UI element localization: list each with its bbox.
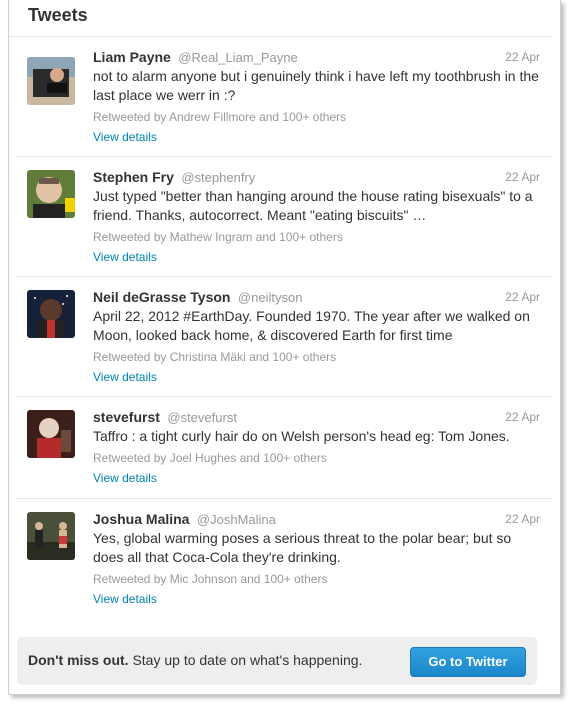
- tweet-item[interactable]: stevefurst @stevefurst 22 Apr Taffro : a…: [16, 397, 552, 499]
- tweet-time[interactable]: 22 Apr: [505, 510, 540, 529]
- tweet-fullname[interactable]: Stephen Fry: [93, 169, 174, 185]
- retweet-info: Retweeted by Mic Johnson and 100+ others: [93, 572, 328, 586]
- view-details-link[interactable]: View details: [93, 470, 540, 486]
- tweet-time[interactable]: 22 Apr: [505, 168, 540, 187]
- avatar[interactable]: [27, 290, 75, 338]
- tweet-username[interactable]: @Real_Liam_Payne: [178, 50, 297, 65]
- avatar[interactable]: [27, 57, 75, 105]
- banner-text: Don't miss out. Stay up to date on what'…: [28, 652, 362, 668]
- view-details-link[interactable]: View details: [93, 249, 540, 265]
- tweet-text: Yes, global warming poses a serious thre…: [93, 530, 512, 565]
- view-details-link[interactable]: View details: [93, 591, 540, 607]
- panel-header: Tweets: [9, 0, 552, 37]
- view-details-link[interactable]: View details: [93, 129, 540, 145]
- tweet-text: Just typed "better than hanging around t…: [93, 188, 533, 223]
- banner-bold-text: Don't miss out.: [28, 652, 129, 668]
- tweet-username[interactable]: @neiltyson: [238, 290, 303, 305]
- avatar[interactable]: [27, 170, 75, 218]
- banner-message: Stay up to date on what's happening.: [128, 652, 363, 668]
- tweet-item[interactable]: Stephen Fry @stephenfry 22 Apr Just type…: [16, 157, 552, 277]
- view-details-link[interactable]: View details: [93, 369, 540, 385]
- tweet-item[interactable]: Joshua Malina @JoshMalina 22 Apr Yes, gl…: [16, 499, 552, 619]
- tweet-time[interactable]: 22 Apr: [505, 288, 540, 307]
- tweet-username[interactable]: @JoshMalina: [197, 512, 276, 527]
- retweet-info: Retweeted by Mathew Ingram and 100+ othe…: [93, 230, 343, 244]
- tweet-text: not to alarm anyone but i genuinely thin…: [93, 68, 539, 103]
- tweet-text: April 22, 2012 #EarthDay. Founded 1970. …: [93, 308, 530, 343]
- tweet-time[interactable]: 22 Apr: [505, 408, 540, 427]
- signup-banner: Don't miss out. Stay up to date on what'…: [17, 637, 537, 685]
- tweet-username[interactable]: @stevefurst: [167, 410, 237, 425]
- retweet-info: Retweeted by Andrew Fillmore and 100+ ot…: [93, 110, 347, 124]
- tweet-time[interactable]: 22 Apr: [505, 48, 540, 67]
- tweet-fullname[interactable]: stevefurst: [93, 409, 160, 425]
- tweet-text: Taffro : a tight curly hair do on Welsh …: [93, 428, 510, 444]
- go-to-twitter-button[interactable]: Go to Twitter: [410, 647, 526, 677]
- avatar[interactable]: [27, 512, 75, 560]
- panel-title: Tweets: [28, 5, 88, 25]
- tweet-username[interactable]: @stephenfry: [181, 170, 255, 185]
- tweet-fullname[interactable]: Liam Payne: [93, 49, 171, 65]
- retweet-info: Retweeted by Christina Mäki and 100+ oth…: [93, 350, 337, 364]
- tweet-fullname[interactable]: Neil deGrasse Tyson: [93, 289, 230, 305]
- tweets-panel: Tweets Liam Payne @Real_Liam_Payne 22 Ap…: [8, 0, 561, 695]
- tweet-item[interactable]: Neil deGrasse Tyson @neiltyson 22 Apr Ap…: [16, 277, 552, 397]
- tweet-fullname[interactable]: Joshua Malina: [93, 511, 189, 527]
- avatar[interactable]: [27, 410, 75, 458]
- retweet-info: Retweeted by Joel Hughes and 100+ others: [93, 451, 327, 465]
- tweet-item[interactable]: Liam Payne @Real_Liam_Payne 22 Apr not t…: [16, 37, 552, 157]
